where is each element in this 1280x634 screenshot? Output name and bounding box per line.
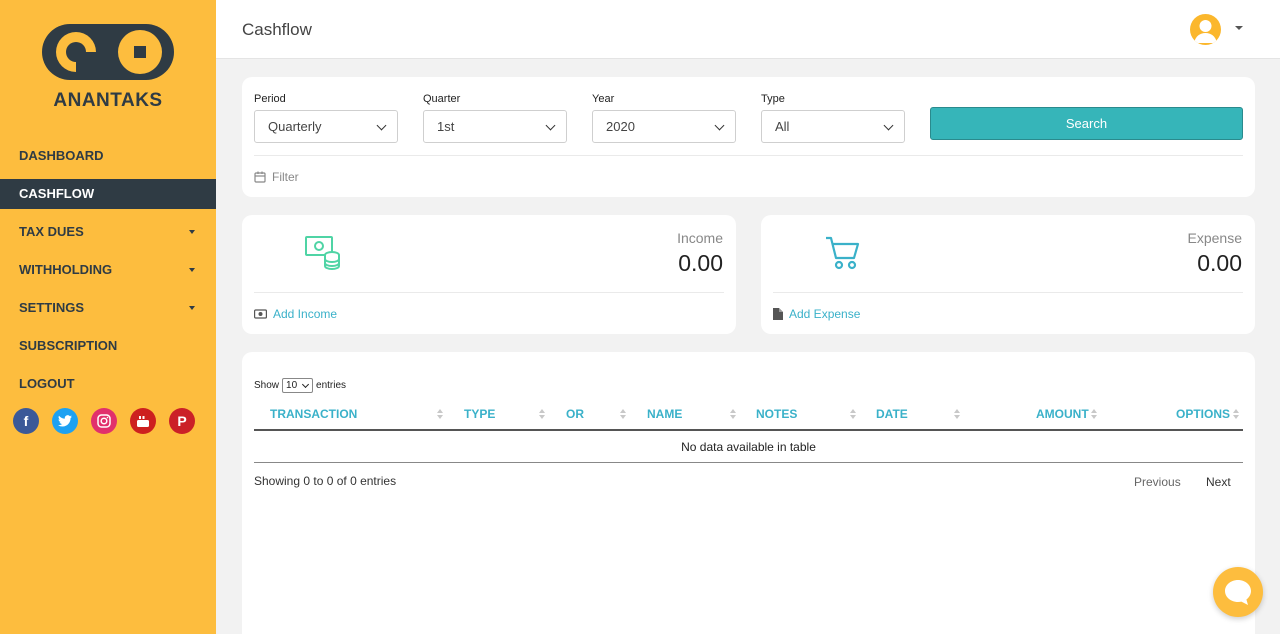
social-links: f P	[13, 408, 195, 434]
sidebar-item-label: CASHFLOW	[19, 186, 95, 201]
sidebar-item-label: WITHHOLDING	[19, 262, 113, 277]
divider	[254, 155, 1243, 156]
search-button[interactable]: Search	[930, 107, 1243, 140]
pinterest-icon[interactable]: P	[169, 408, 195, 434]
expense-label: Expense	[1187, 230, 1242, 246]
instagram-icon[interactable]	[91, 408, 117, 434]
expense-card: Expense 0.00 Add Expense	[761, 215, 1255, 334]
sort-icon	[620, 409, 626, 420]
column-date[interactable]: DATE	[876, 407, 908, 421]
column-notes[interactable]: NOTES	[756, 407, 797, 421]
chevron-down-icon	[714, 120, 725, 131]
add-expense-link[interactable]: Add Expense	[773, 307, 860, 321]
type-select[interactable]: All	[761, 110, 905, 143]
type-label: Type	[761, 93, 785, 105]
sidebar-item-label: LOGOUT	[19, 376, 75, 391]
table-empty-row: No data available in table	[254, 431, 1243, 463]
income-value: 0.00	[678, 250, 723, 276]
facebook-icon[interactable]: f	[13, 408, 39, 434]
sort-icon	[954, 409, 960, 420]
sidebar-item-tax-dues[interactable]: TAX DUES	[0, 217, 216, 247]
anantaks-logo[interactable]	[40, 22, 176, 82]
chevron-down-icon	[376, 120, 387, 131]
sidebar-item-label: DASHBOARD	[19, 148, 104, 163]
add-expense-label: Add Expense	[789, 307, 861, 321]
column-or[interactable]: OR	[566, 407, 584, 421]
user-avatar-icon[interactable]	[1190, 14, 1221, 45]
page-title: Cashflow	[242, 20, 312, 39]
sidebar-item-settings[interactable]: SETTINGS	[0, 293, 216, 323]
column-options[interactable]: OPTIONS	[1176, 407, 1230, 421]
calendar-icon	[254, 171, 266, 183]
sidebar: ANANTAKS DASHBOARD CASHFLOW TAX DUES WIT…	[0, 0, 216, 634]
file-icon	[773, 308, 783, 320]
chevron-down-icon	[883, 120, 894, 131]
income-label: Income	[677, 230, 723, 246]
income-card: Income 0.00 Add Income	[242, 215, 736, 334]
filter-panel: Period Quarterly Quarter 1st Year 2020 T…	[242, 77, 1255, 197]
show-suffix: entries	[316, 380, 347, 391]
sidebar-item-subscription[interactable]: SUBSCRIPTION	[0, 331, 216, 361]
sidebar-item-withholding[interactable]: WITHHOLDING	[0, 255, 216, 285]
sort-icon	[1233, 409, 1239, 420]
brand-name: ANANTAKS	[53, 90, 163, 111]
sidebar-item-dashboard[interactable]: DASHBOARD	[0, 141, 216, 171]
sort-icon	[1091, 409, 1097, 420]
filter-toggle[interactable]: Filter	[254, 170, 299, 184]
type-value: All	[775, 119, 790, 134]
sort-icon	[730, 409, 736, 420]
shopping-cart-icon	[826, 236, 860, 270]
page-size-select[interactable]: 10	[282, 378, 314, 393]
year-label: Year	[592, 93, 615, 105]
page-size-value: 10	[286, 380, 298, 391]
period-label: Period	[254, 93, 286, 105]
twitter-icon[interactable]	[52, 408, 78, 434]
sidebar-item-cashflow[interactable]: CASHFLOW	[0, 179, 216, 209]
sort-icon	[539, 409, 545, 420]
top-bar: Cashflow	[216, 0, 1280, 59]
transactions-table-card: Show 10 entries TRANSACTION TYPE OR NAME…	[242, 352, 1255, 634]
money-coins-icon	[305, 236, 340, 271]
next-page-button[interactable]: Next	[1206, 475, 1231, 489]
quarter-select[interactable]: 1st	[423, 110, 567, 143]
caret-down-icon	[189, 306, 195, 310]
sidebar-item-logout[interactable]: LOGOUT	[0, 369, 216, 399]
previous-page-button[interactable]: Previous	[1134, 475, 1181, 489]
youtube-icon[interactable]	[130, 408, 156, 434]
divider	[254, 292, 724, 293]
column-amount[interactable]: AMOUNT	[1036, 407, 1089, 421]
column-type[interactable]: TYPE	[464, 407, 495, 421]
caret-down-icon	[189, 230, 195, 234]
quarter-value: 1st	[437, 119, 455, 134]
sidebar-item-label: SETTINGS	[19, 300, 85, 315]
caret-down-icon	[189, 268, 195, 272]
quarter-label: Quarter	[423, 93, 461, 105]
divider	[773, 292, 1243, 293]
period-select[interactable]: Quarterly	[254, 110, 398, 143]
add-income-label: Add Income	[273, 307, 338, 321]
show-prefix: Show	[254, 380, 280, 391]
sidebar-item-label: SUBSCRIPTION	[19, 338, 118, 353]
add-income-link[interactable]: Add Income	[254, 307, 337, 321]
caret-down-icon[interactable]	[1235, 26, 1243, 30]
table-header: TRANSACTION TYPE OR NAME NOTES DATE AMOU…	[254, 398, 1243, 431]
chat-bubble-icon[interactable]	[1213, 567, 1263, 617]
table-info: Showing 0 to 0 of 0 entries	[254, 474, 397, 488]
sidebar-item-label: TAX DUES	[19, 224, 84, 239]
chevron-down-icon	[545, 120, 556, 131]
sidebar-nav: DASHBOARD CASHFLOW TAX DUES WITHHOLDING …	[0, 141, 216, 407]
column-name[interactable]: NAME	[647, 407, 682, 421]
expense-value: 0.00	[1197, 250, 1242, 276]
show-entries: Show 10 entries	[254, 378, 346, 393]
year-value: 2020	[606, 119, 635, 134]
filter-label: Filter	[272, 170, 299, 184]
sort-icon	[850, 409, 856, 420]
period-value: Quarterly	[268, 119, 322, 134]
column-transaction[interactable]: TRANSACTION	[270, 407, 357, 421]
chevron-down-icon	[301, 380, 310, 389]
sort-icon	[437, 409, 443, 420]
year-select[interactable]: 2020	[592, 110, 736, 143]
money-bill-icon	[254, 309, 267, 319]
